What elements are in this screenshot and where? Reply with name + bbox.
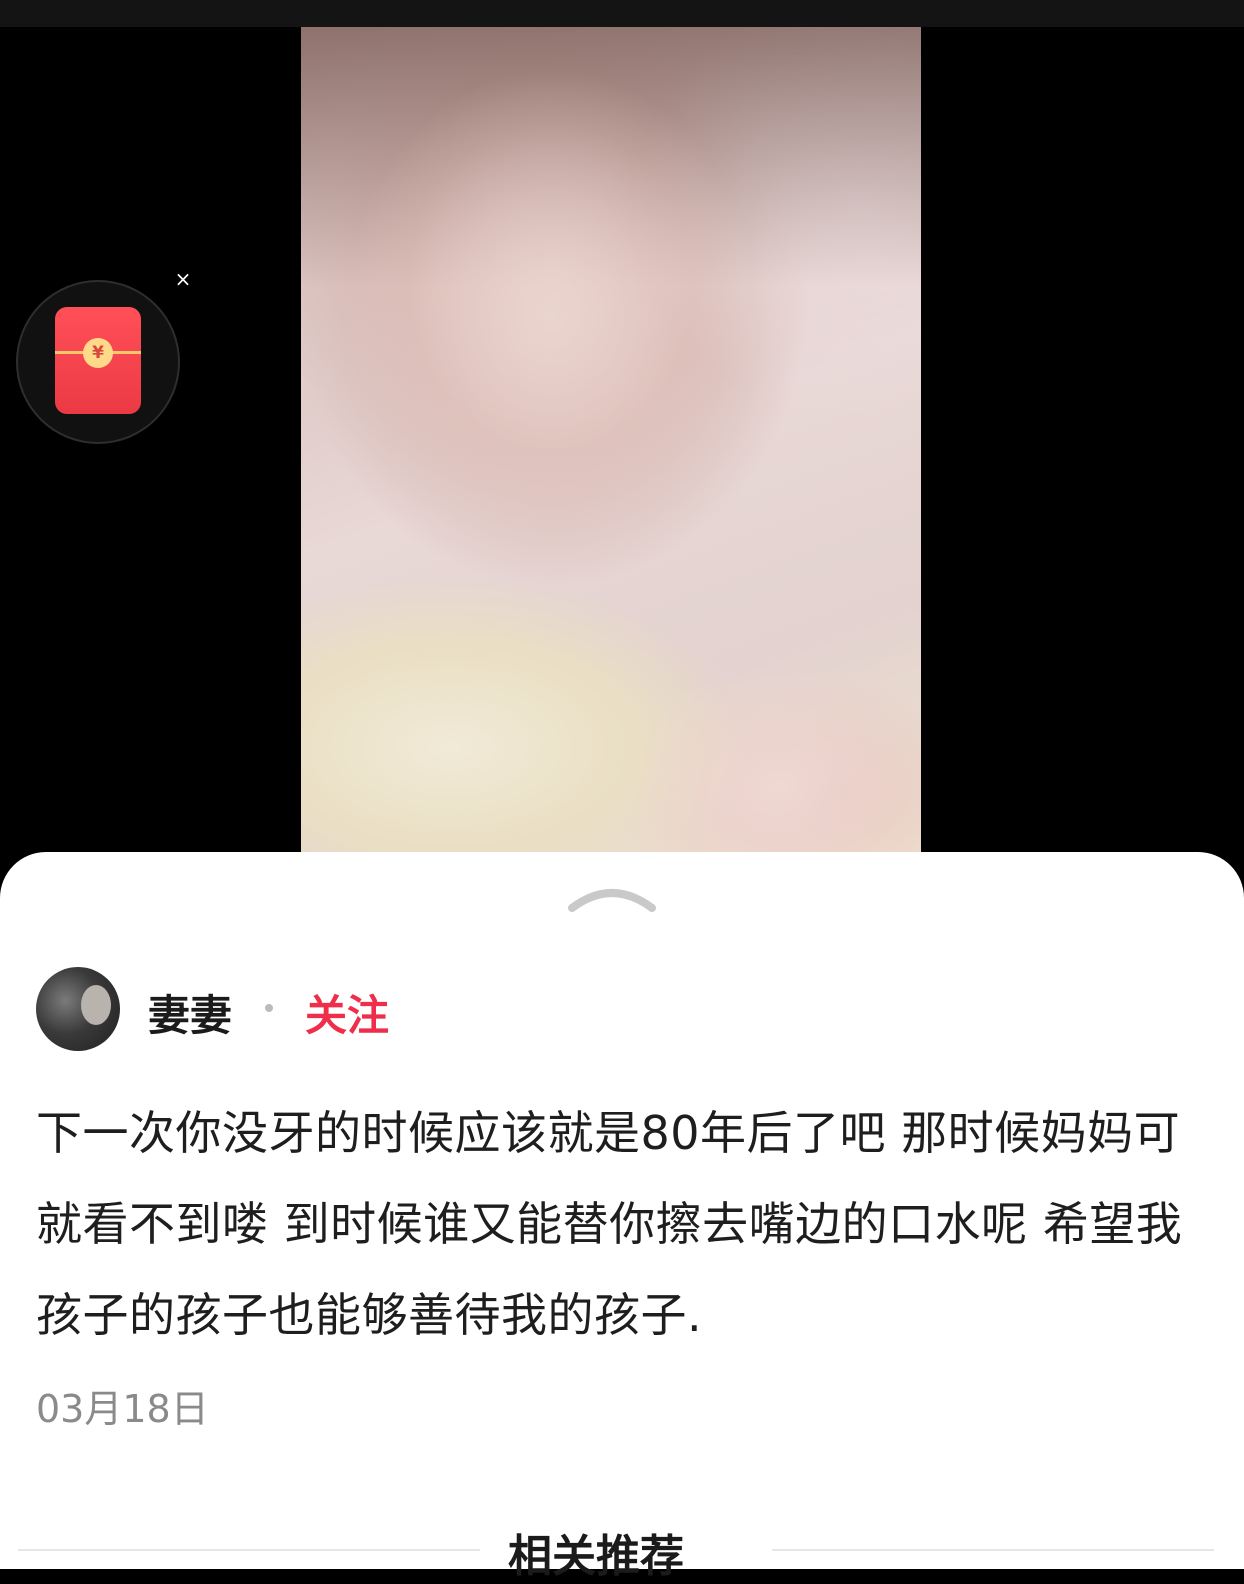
post-date: 03月18日 [36, 1387, 209, 1431]
chevron-up-icon[interactable] [568, 882, 656, 912]
status-bar [0, 0, 1244, 27]
post-detail-sheet: 妻妻 关注 下一次你没牙的时候应该就是80年后了吧 那时候妈妈可就看不到喽 到时… [0, 852, 1244, 1582]
red-packet-button[interactable]: ¥ [16, 280, 180, 444]
separator-dot [265, 1004, 273, 1012]
yuan-coin-icon: ¥ [83, 338, 113, 368]
author-avatar[interactable] [36, 967, 120, 1051]
author-name[interactable]: 妻妻 [148, 982, 232, 1043]
related-recommendations-title: 相关推荐 [508, 1531, 684, 1582]
close-icon[interactable]: × [172, 268, 194, 290]
photo-face-region [341, 67, 761, 567]
follow-button[interactable]: 关注 [305, 982, 389, 1043]
divider-left [18, 1549, 480, 1551]
post-text: 下一次你没牙的时候应该就是80年后了吧 那时候妈妈可就看不到喽 到时候谁又能替你… [36, 1106, 1183, 1342]
post-photo[interactable] [301, 27, 921, 867]
divider-right [772, 1549, 1214, 1551]
red-envelope-icon: ¥ [55, 307, 141, 414]
photo-baby-region [631, 667, 921, 867]
